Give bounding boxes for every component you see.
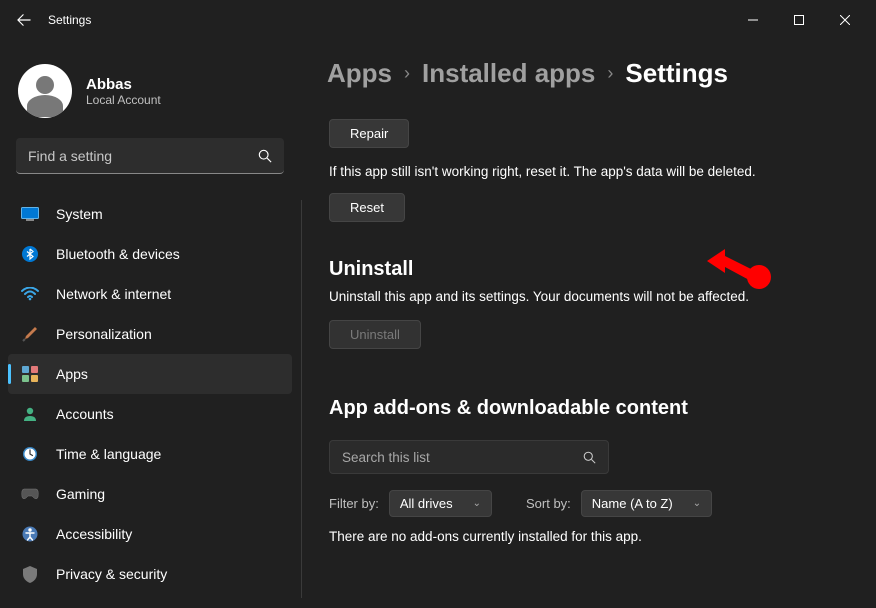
sort-dropdown[interactable]: Name (A to Z) ⌄ — [581, 490, 712, 517]
sidebar: Abbas Local Account System Bluetooth & d… — [0, 40, 300, 608]
sidebar-item-label: Apps — [56, 366, 88, 382]
breadcrumb-apps[interactable]: Apps — [327, 58, 392, 89]
sidebar-item-label: Accessibility — [56, 526, 132, 542]
sidebar-item-label: Personalization — [56, 326, 152, 342]
reset-description: If this app still isn't working right, r… — [329, 164, 852, 179]
sidebar-item-personalization[interactable]: Personalization — [8, 314, 292, 354]
chevron-down-icon: ⌄ — [693, 498, 701, 509]
filter-value: All drives — [400, 496, 453, 511]
search-icon — [258, 149, 272, 163]
user-block[interactable]: Abbas Local Account — [4, 48, 296, 138]
shield-icon — [20, 564, 40, 584]
uninstall-description: Uninstall this app and its settings. You… — [329, 289, 852, 304]
user-type: Local Account — [86, 93, 161, 107]
filter-dropdown[interactable]: All drives ⌄ — [389, 490, 492, 517]
paintbrush-icon — [20, 324, 40, 344]
avatar — [18, 64, 72, 118]
search-input[interactable] — [28, 148, 258, 164]
close-icon — [840, 15, 850, 25]
sidebar-item-bluetooth[interactable]: Bluetooth & devices — [8, 234, 292, 274]
addons-search-input[interactable] — [342, 450, 583, 465]
sidebar-item-label: System — [56, 206, 103, 222]
apps-icon — [20, 364, 40, 384]
clock-icon — [20, 444, 40, 464]
addons-empty-text: There are no add-ons currently installed… — [329, 529, 852, 544]
sidebar-item-accounts[interactable]: Accounts — [8, 394, 292, 434]
sidebar-item-privacy[interactable]: Privacy & security — [8, 554, 292, 594]
sidebar-item-apps[interactable]: Apps — [8, 354, 292, 394]
sidebar-item-label: Bluetooth & devices — [56, 246, 180, 262]
user-name: Abbas — [86, 76, 161, 93]
sidebar-item-gaming[interactable]: Gaming — [8, 474, 292, 514]
search-box[interactable] — [16, 138, 284, 174]
sort-value: Name (A to Z) — [592, 496, 673, 511]
sidebar-item-label: Privacy & security — [56, 566, 167, 582]
minimize-button[interactable] — [730, 4, 776, 36]
chevron-down-icon: ⌄ — [473, 498, 481, 509]
person-icon — [20, 404, 40, 424]
maximize-button[interactable] — [776, 4, 822, 36]
main-panel: Apps › Installed apps › Settings Repair … — [300, 40, 876, 608]
sort-label: Sort by: — [526, 496, 571, 511]
sidebar-item-system[interactable]: System — [8, 194, 292, 234]
sidebar-item-time[interactable]: Time & language — [8, 434, 292, 474]
maximize-icon — [794, 15, 804, 25]
bluetooth-icon — [20, 244, 40, 264]
page-title: Settings — [625, 58, 728, 89]
uninstall-heading: Uninstall — [329, 258, 852, 281]
minimize-icon — [748, 15, 758, 25]
uninstall-button: Uninstall — [329, 320, 421, 349]
arrow-left-icon — [17, 13, 31, 27]
gamepad-icon — [20, 484, 40, 504]
breadcrumb: Apps › Installed apps › Settings — [327, 58, 852, 89]
sidebar-item-network[interactable]: Network & internet — [8, 274, 292, 314]
sidebar-item-label: Accounts — [56, 406, 114, 422]
filter-label: Filter by: — [329, 496, 379, 511]
accessibility-icon — [20, 524, 40, 544]
sidebar-item-accessibility[interactable]: Accessibility — [8, 514, 292, 554]
close-button[interactable] — [822, 4, 868, 36]
repair-button[interactable]: Repair — [329, 119, 409, 148]
sidebar-item-label: Time & language — [56, 446, 161, 462]
reset-button[interactable]: Reset — [329, 193, 405, 222]
addons-heading: App add-ons & downloadable content — [329, 397, 852, 420]
chevron-right-icon: › — [607, 63, 613, 84]
sidebar-item-label: Network & internet — [56, 286, 171, 302]
wifi-icon — [20, 284, 40, 304]
chevron-right-icon: › — [404, 63, 410, 84]
sidebar-item-label: Gaming — [56, 486, 105, 502]
addons-search[interactable] — [329, 440, 609, 474]
system-icon — [20, 204, 40, 224]
search-icon — [583, 451, 596, 464]
divider — [301, 200, 302, 598]
titlebar: Settings — [0, 0, 876, 40]
breadcrumb-installed[interactable]: Installed apps — [422, 58, 595, 89]
back-button[interactable] — [8, 4, 40, 36]
window-title: Settings — [48, 13, 91, 27]
